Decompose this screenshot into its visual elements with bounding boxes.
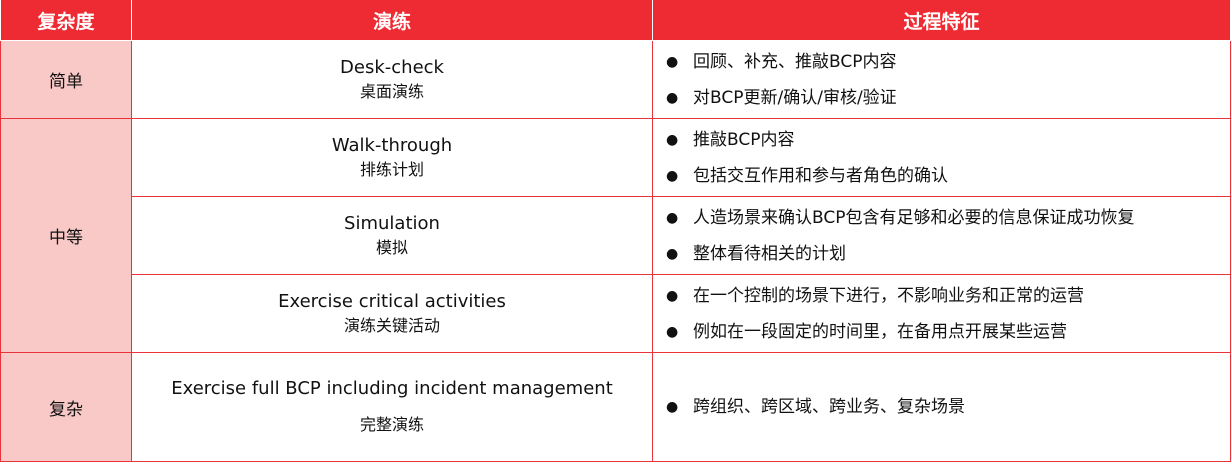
feature-text: 回顾、补充、推敲BCP内容 — [693, 51, 897, 72]
drill-cell: Exercise critical activities 演练关键活动 — [131, 274, 653, 353]
table-row: 简单 Desk-check 桌面演练 ● 回顾、补充、推敲BCP内容 ● 对BCP更… — [0, 40, 1231, 119]
table-row: Exercise critical activities 演练关键活动 ● 在一个… — [1, 274, 1231, 353]
feature-text: 包括交互作用和参与者角色的确认 — [693, 165, 948, 186]
feature-text: 推敲BCP内容 — [693, 129, 795, 150]
features-cell: ● 在一个控制的场景下进行，不影响业务和正常的运营 ● 例如在一段固定的时间里，在备… — [652, 274, 1231, 353]
bullet-icon: ● — [666, 245, 679, 262]
drill-name-zh: 完整演练 — [359, 415, 424, 434]
features-cell: ● 跨组织、跨区域、跨业务、复杂场景 — [652, 352, 1231, 462]
level-cell-simple: 简单 — [0, 40, 132, 119]
feature-text: 跨组织、跨区域、跨业务、复杂场景 — [693, 397, 965, 417]
list-item: ● 对BCP更新/确认/审核/验证 — [661, 80, 1230, 116]
drill-name-en: Exercise full BCP including incident man… — [171, 378, 613, 399]
drill-name-zh: 模拟 — [375, 237, 408, 257]
list-item: ● 人造场景来确认BCP包含有足够和必要的信息保证成功恢复 — [661, 200, 1230, 236]
feature-text: 整体看待相关的计划 — [693, 243, 846, 264]
drill-name-zh: 排练计划 — [359, 159, 424, 179]
bullet-icon: ● — [666, 53, 679, 70]
level-cell-medium: 中等 — [0, 118, 132, 353]
list-item: ● 包括交互作用和参与者角色的确认 — [661, 158, 1230, 194]
header-row: 复杂度 演练 过程特征 — [0, 0, 1231, 41]
header-features: 过程特征 — [652, 0, 1231, 41]
bullet-icon: ● — [666, 167, 679, 184]
bullet-icon: ● — [666, 89, 679, 106]
features-list: ● 人造场景来确认BCP包含有足够和必要的信息保证成功恢复 ● 整体看待相关的计划 — [661, 200, 1230, 272]
header-drill: 演练 — [131, 0, 653, 41]
bullet-icon: ● — [666, 323, 679, 340]
drill-name-en: Simulation — [344, 212, 440, 234]
header-complexity: 复杂度 — [0, 0, 132, 41]
features-list: ● 推敲BCP内容 ● 包括交互作用和参与者角色的确认 — [661, 122, 1230, 194]
features-cell: ● 回顾、补充、推敲BCP内容 ● 对BCP更新/确认/审核/验证 — [652, 40, 1231, 119]
drill-name-en: Exercise critical activities — [278, 290, 506, 312]
list-item: ● 在一个控制的场景下进行，不影响业务和正常的运营 — [661, 278, 1230, 314]
list-item: ● 例如在一段固定的时间里，在备用点开展某些运营 — [661, 314, 1230, 350]
features-list: ● 在一个控制的场景下进行，不影响业务和正常的运营 ● 例如在一段固定的时间里，在备… — [661, 278, 1230, 350]
drill-name-zh: 演练关键活动 — [343, 315, 440, 335]
level-cell-complex: 复杂 — [0, 352, 132, 462]
features-list: ● 回顾、补充、推敲BCP内容 ● 对BCP更新/确认/审核/验证 — [661, 44, 1230, 116]
list-item: ● 推敲BCP内容 — [661, 122, 1230, 158]
list-item: ● 跨组织、跨区域、跨业务、复杂场景 — [661, 389, 1230, 425]
list-item: ● 回顾、补充、推敲BCP内容 — [661, 44, 1230, 80]
table-row: 复杂 Exercise full BCP including incident … — [0, 352, 1231, 462]
bullet-icon: ● — [666, 209, 679, 226]
bcp-drill-table: 复杂度 演练 过程特征 简单 Desk-check 桌面演练 ● 回顾、补充、推敲… — [0, 0, 1231, 462]
features-cell: ● 人造场景来确认BCP包含有足够和必要的信息保证成功恢复 ● 整体看待相关的计划 — [652, 196, 1231, 275]
bullet-icon: ● — [666, 399, 679, 415]
drill-name-en: Walk-through — [331, 134, 453, 156]
feature-text: 对BCP更新/确认/审核/验证 — [693, 87, 897, 108]
feature-text: 人造场景来确认BCP包含有足够和必要的信息保证成功恢复 — [693, 207, 1135, 228]
table-row: Simulation 模拟 ● 人造场景来确认BCP包含有足够和必要的信息保证成功… — [1, 196, 1231, 275]
drill-cell: Simulation 模拟 — [131, 196, 653, 275]
features-cell: ● 推敲BCP内容 ● 包括交互作用和参与者角色的确认 — [652, 118, 1231, 197]
feature-text: 例如在一段固定的时间里，在备用点开展某些运营 — [693, 321, 1067, 342]
features-list: ● 跨组织、跨区域、跨业务、复杂场景 — [661, 389, 1230, 425]
table-row: 中等 Walk-through 排练计划 ● 推敲BCP内容 ● 包括交互作用和参与… — [0, 118, 1231, 353]
drill-cell: Walk-through 排练计划 — [131, 118, 653, 197]
bullet-icon: ● — [666, 131, 679, 148]
list-item: ● 整体看待相关的计划 — [661, 236, 1230, 272]
drill-name-en: Desk-check — [340, 56, 444, 78]
feature-text: 在一个控制的场景下进行，不影响业务和正常的运营 — [693, 285, 1084, 306]
drill-cell: Desk-check 桌面演练 — [131, 40, 653, 119]
drill-name-zh: 桌面演练 — [359, 81, 424, 101]
drill-cell: Exercise full BCP including incident man… — [131, 352, 653, 462]
bullet-icon: ● — [666, 287, 679, 304]
